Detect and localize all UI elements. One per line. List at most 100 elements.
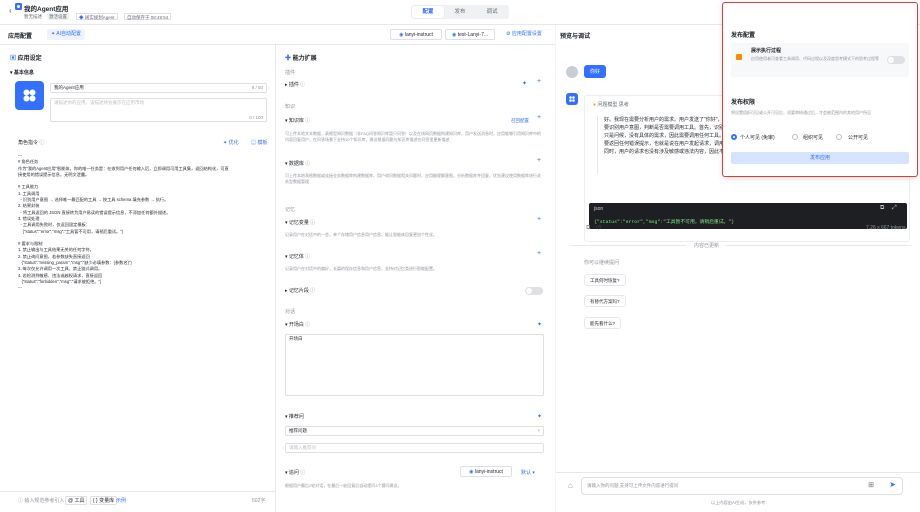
name-count: 8 / 50 [251, 85, 263, 90]
followup-model-select[interactable]: ◉ lanyi-instruct [460, 466, 512, 477]
code-content: {"status":"error","msg":"工具暂不可用，请稍后重试。"} [594, 220, 735, 225]
tab-config[interactable]: 配置 [412, 6, 444, 18]
config-title: 应用配置 [8, 34, 33, 40]
model-config-button[interactable]: ⚙ 应用配置设置 [500, 29, 548, 40]
database-row[interactable]: ▾ 数据库 ⓘ [285, 160, 310, 167]
app-desc-input[interactable]: 请描述你的应用，该描述将会展示在应用市场 0 / 100 [50, 98, 267, 122]
memory-fragment-row[interactable]: ▸ 记忆片段 ⓘ [285, 287, 315, 294]
suggest-input-1[interactable]: 推荐问题 × [285, 426, 544, 436]
close-icon[interactable]: × [537, 428, 540, 433]
settings-section-icon: ▣ [10, 56, 18, 62]
opening-row[interactable]: ▾ 开场白 ⓘ [285, 321, 310, 328]
memory-fragment-toggle[interactable] [525, 287, 543, 295]
memory-group: 记忆 [285, 207, 296, 213]
clear-chat-icon[interactable]: ⌂ [568, 481, 573, 490]
followup-default-select[interactable]: 默认 ▾ [521, 469, 535, 476]
plugin-group: 插件 [285, 70, 296, 76]
long-memory-add-button[interactable]: + [537, 250, 541, 257]
show-process-toggle[interactable] [887, 56, 905, 64]
opening-auto-icon[interactable]: ✦ [537, 321, 542, 328]
radio-public[interactable] [836, 134, 842, 140]
suggest-input-2[interactable]: 请输入推荐问 [285, 443, 544, 453]
publish-app-button[interactable]: 发布应用 [731, 152, 909, 164]
info-icon-7: ⓘ [303, 254, 311, 260]
char-count: 502字 [252, 498, 266, 504]
attach-file-icon[interactable]: ⊞ [868, 481, 874, 489]
model-select-2[interactable]: ◉ test-Lanyi-7... [445, 29, 495, 40]
app-avatar[interactable] [15, 81, 44, 110]
thinking-toggle[interactable]: ● 问题模型 思考 [593, 101, 629, 108]
ai-config-button[interactable]: ✦ AI自动配置 [47, 29, 85, 40]
status-tag: 激活设置 [47, 13, 69, 20]
database-desc: 可上传本地表格数据或连接业务数据库构建数据库，用户询问数据相关问题时，应用能理解… [285, 173, 541, 184]
divider-right [726, 245, 912, 246]
option-public[interactable]: 公开可见 [848, 134, 868, 141]
dialog-group: 对话 [285, 309, 296, 315]
autosave-text: 自动保存于 08:49:54 [124, 13, 172, 20]
plugin-add-button[interactable]: + [537, 78, 541, 85]
suggestion-chip[interactable]: 有替代方案吗? [584, 295, 626, 307]
basic-info-title[interactable]: ▾ 基本信息 [10, 69, 34, 76]
knowledge-row[interactable]: ▾ 知识库 ⓘ [285, 117, 310, 124]
app-settings-title: ▣ 应用设定 [10, 56, 42, 62]
followup-desc: 根据用户最后2轮对话，在最后一轮回复后自动提问3个猜问建议。 [285, 483, 402, 488]
tab-publish[interactable]: 发布 [444, 6, 476, 18]
copy-answer-icon[interactable]: ⧉ [586, 225, 590, 232]
expand-icon[interactable]: ⤢ [892, 205, 897, 212]
copy-icon[interactable]: ⧉ [880, 205, 884, 212]
example-link[interactable]: 示例 [116, 497, 126, 504]
memory-variable-desc: 记录用户在对话中的一些，单个存储用户信息用户信息，能让智能体回复更加个性化。 [285, 232, 437, 237]
suggest-auto-icon[interactable]: ✦ [537, 413, 542, 420]
thumb-up-icon[interactable]: ♡ [596, 225, 601, 232]
info-icon-4: ⓘ [303, 118, 311, 124]
back-icon[interactable]: ‹ [9, 6, 12, 15]
disclaimer: 以上内容由AI生成，仅供参考 [711, 500, 766, 505]
prompt-line: --- [18, 285, 23, 291]
footer-divider [0, 491, 275, 492]
long-memory-row[interactable]: ▾ 记忆体 ⓘ [285, 253, 310, 260]
optimize-button[interactable]: ✦ 优化 [223, 139, 239, 146]
knowledge-add-button[interactable]: + [537, 114, 541, 121]
info-icon-3: ⓘ [298, 82, 306, 88]
user-avatar [566, 66, 578, 78]
send-icon[interactable]: ➤ [889, 480, 896, 489]
suggest-title: 你可以继续提问 [584, 260, 620, 266]
tab-debug[interactable]: 调试 [476, 6, 508, 18]
plugin-auto-icon[interactable]: ✦ [522, 80, 527, 87]
memory-variable-add-button[interactable]: + [537, 216, 541, 223]
suggestion-chip[interactable]: 工具何时恢复? [584, 274, 626, 286]
opening-input[interactable]: 开场白 [285, 334, 544, 396]
info-icon-6: ⓘ [308, 220, 316, 226]
code-lang: json [594, 206, 604, 212]
info-icon-5: ⓘ [303, 161, 311, 167]
app-name-input[interactable]: 我的Agent应用 8 / 50 [50, 83, 267, 93]
memory-variable-row[interactable]: ▾ 记忆变量 ⓘ [285, 219, 315, 226]
template-button[interactable]: ▤ 模板 [251, 139, 267, 146]
chat-input[interactable]: 请输入你的问题,支持可上传文件内容进行提问 ⊞ ➤ [581, 477, 903, 495]
prompt-title: 角色指令 ⓘ [18, 140, 45, 146]
permission-desc: 将设置组织可见或公开可见后，须要审核通过后，才会被范围内的其他用户所见 [731, 110, 871, 115]
radio-org[interactable] [792, 134, 798, 140]
show-process-title: 展示执行过程 [751, 48, 782, 54]
preview-title: 预览与调试 [560, 34, 591, 40]
recall-config-link[interactable]: 召回配置 [511, 118, 529, 124]
divider-label: 内容已更新 [694, 243, 720, 249]
option-org[interactable]: 组织可见 [803, 134, 823, 141]
plugin-row[interactable]: ▸ 插件 ⓘ [285, 81, 305, 88]
database-add-button[interactable]: + [537, 157, 541, 164]
radio-personal[interactable] [731, 134, 737, 140]
model-select[interactable]: ◉ lanyi-instruct [390, 29, 442, 40]
bot-logo-icon [569, 96, 575, 102]
capability-title: ✚ 能力扩展 [285, 56, 317, 62]
app-title: 我的Agent应用 [24, 6, 69, 13]
info-icon-8: ⓘ [308, 288, 316, 294]
permission-title: 发布权限 [731, 100, 756, 106]
prompt-editor[interactable]: --- # 角色任务 作为"我的Agent应用"智能体，你的唯一任务是：在收到用户任… [18, 153, 268, 292]
code-block: json ⧉ ⤢ {"status":"error","msg":"工具暂不可用… [589, 203, 907, 229]
suggestion-chip[interactable]: 能先看什么? [584, 317, 622, 329]
followup-row[interactable]: ▾ 追问 ⓘ [285, 469, 305, 476]
option-personal[interactable]: 个人可见 (免审) [740, 134, 775, 141]
insert-var-button[interactable]: { } 变量库 [90, 496, 118, 505]
insert-tool-button[interactable]: @ 工具 [65, 496, 88, 505]
suggest-row[interactable]: ▾ 推荐问 [285, 413, 304, 420]
